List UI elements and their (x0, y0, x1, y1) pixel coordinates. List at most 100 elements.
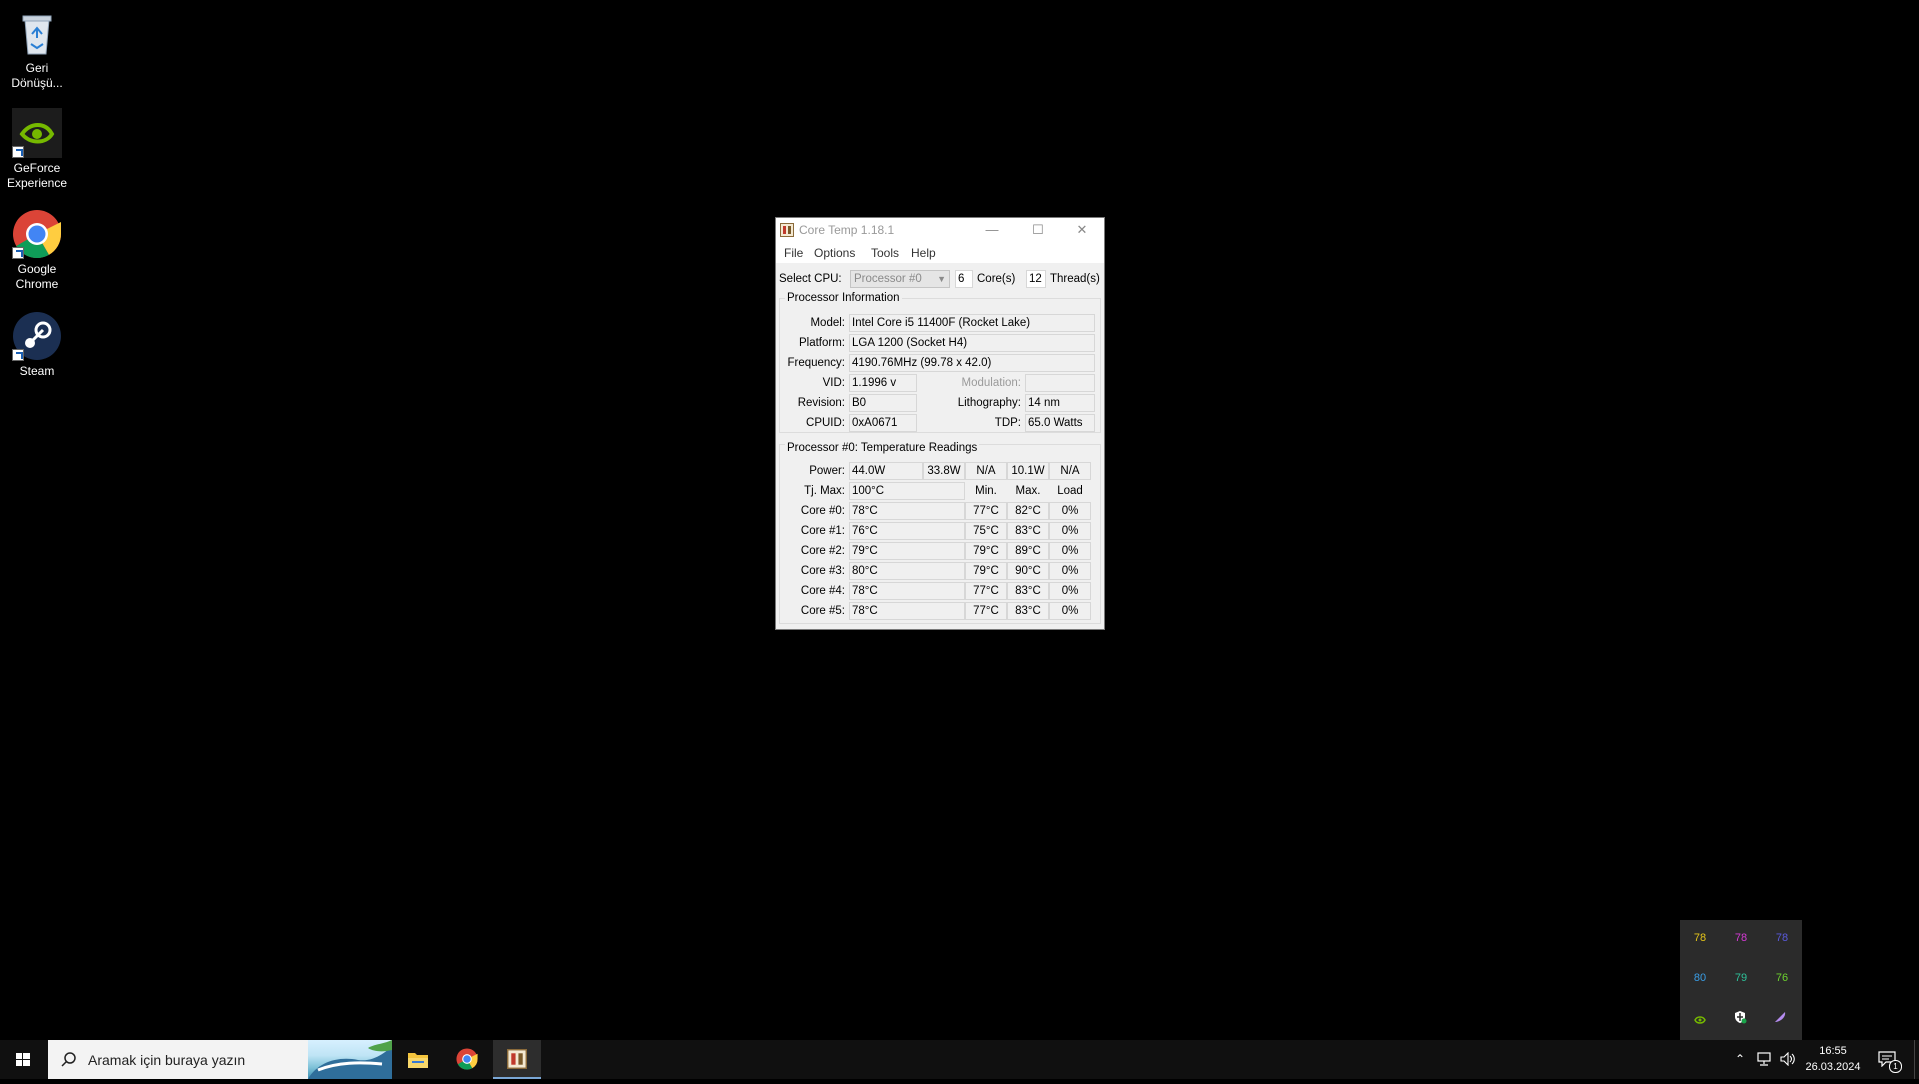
column-load-header: Load (1057, 485, 1083, 497)
core-load: 0% (1049, 582, 1091, 600)
core-temp: 78°C (849, 602, 965, 620)
taskbar-file-explorer[interactable] (394, 1040, 442, 1079)
power-package: 44.0W (849, 462, 923, 480)
power-uncore: N/A (965, 462, 1007, 480)
cores-label: Core(s) (977, 273, 1016, 285)
core-min: 77°C (965, 602, 1007, 620)
core-max: 83°C (1007, 602, 1049, 620)
taskbar-core-temp[interactable] (493, 1040, 541, 1079)
maximize-button[interactable]: ☐ (1015, 218, 1061, 242)
revision-label: Revision: (797, 397, 845, 409)
taskbar-clock[interactable]: 16:55 26.03.2024 (1800, 1044, 1866, 1076)
tdp-value: 65.0 Watts (1025, 414, 1095, 432)
tjmax-label: Tj. Max: (804, 485, 845, 497)
recycle-bin-icon (12, 8, 62, 58)
core-min: 79°C (965, 542, 1007, 560)
column-max-header: Max. (1015, 485, 1041, 497)
nvidia-icon[interactable] (1694, 1012, 1706, 1024)
shortcut-arrow-icon (12, 247, 24, 259)
core-max: 83°C (1007, 522, 1049, 540)
model-label: Model: (810, 317, 845, 329)
clock-date: 26.03.2024 (1805, 1061, 1861, 1073)
modulation-label: Modulation: (961, 377, 1021, 389)
desktop-icon-recycle-bin[interactable]: Geri Dönüşü... (4, 8, 70, 91)
cpuid-label: CPUID: (806, 417, 845, 429)
nvidia-icon (12, 108, 62, 158)
start-button[interactable] (0, 1040, 46, 1079)
frequency-value: 4190.76MHz (99.78 x 42.0) (849, 354, 1095, 372)
desktop-icon-label: Dönüşü... (11, 76, 63, 90)
vid-value: 1.1996 v (849, 374, 917, 392)
window-titlebar[interactable]: Core Temp 1.18.1 — ☐ ✕ (776, 218, 1104, 242)
action-center-button[interactable]: 1 (1876, 1048, 1902, 1073)
defender-icon[interactable] (1733, 1010, 1747, 1024)
menu-options[interactable]: Options (814, 246, 855, 260)
tray-temp-core0[interactable]: 78 (1680, 932, 1720, 944)
tray-temp-core1[interactable]: 78 (1721, 932, 1761, 944)
platform-value: LGA 1200 (Socket H4) (849, 334, 1095, 352)
clock-time: 16:55 (1819, 1045, 1847, 1057)
column-min-header: Min. (975, 485, 997, 497)
core-temp: 76°C (849, 522, 965, 540)
core-load: 0% (1049, 542, 1091, 560)
desktop-icon-google-chrome[interactable]: Google Chrome (4, 209, 70, 292)
processor-information-title: Processor Information (785, 292, 902, 304)
volume-icon[interactable] (1780, 1051, 1796, 1067)
modulation-value (1025, 374, 1095, 392)
core-temp: 78°C (849, 582, 965, 600)
desktop-icon-geforce-experience[interactable]: GeForce Experience (4, 108, 70, 191)
tray-show-hidden-icons[interactable]: ⌃ (1733, 1052, 1747, 1066)
tray-temp-core4[interactable]: 79 (1721, 972, 1761, 984)
tray-temp-core5[interactable]: 76 (1762, 972, 1802, 984)
tray-temp-core2[interactable]: 78 (1762, 932, 1802, 944)
core-row: Core #1: 76°C 75°C 83°C 0% (776, 522, 1106, 542)
core-label: Core #3: (800, 565, 845, 577)
processor-select-value: Processor #0 (854, 273, 922, 285)
taskbar-chrome[interactable] (443, 1040, 491, 1079)
chevron-down-icon: ▼ (937, 274, 946, 284)
desktop-icon-label: Steam (19, 364, 55, 378)
shortcut-arrow-icon (12, 349, 24, 361)
temperature-readings-title: Processor #0: Temperature Readings (785, 442, 980, 454)
close-button[interactable]: ✕ (1059, 218, 1105, 242)
tray-temp-core3[interactable]: 80 (1680, 972, 1720, 984)
vid-label: VID: (822, 377, 845, 389)
core-min: 75°C (965, 522, 1007, 540)
core-load: 0% (1049, 522, 1091, 540)
menu-file[interactable]: File (784, 246, 803, 260)
menu-help[interactable]: Help (911, 246, 936, 260)
taskbar-search-box[interactable]: Aramak için buraya yazın (48, 1040, 392, 1079)
core-row: Core #0: 78°C 77°C 82°C 0% (776, 502, 1106, 522)
core-temp: 80°C (849, 562, 965, 580)
window-title: Core Temp 1.18.1 (799, 223, 895, 237)
desktop-icon-label: Geri (25, 61, 49, 75)
cores-count: 6 (955, 270, 973, 288)
desktop-icon-label: Experience (6, 176, 68, 190)
chrome-icon (456, 1048, 478, 1070)
processor-select[interactable]: Processor #0 ▼ (850, 270, 950, 288)
core-max: 82°C (1007, 502, 1049, 520)
menu-tools[interactable]: Tools (871, 246, 899, 260)
core-temp-app-icon (507, 1049, 527, 1069)
desktop-icon-label: Google (17, 262, 57, 276)
core-load: 0% (1049, 502, 1091, 520)
core-row: Core #3: 80°C 79°C 90°C 0% (776, 562, 1106, 582)
show-desktop-button[interactable] (1914, 1040, 1919, 1079)
feather-icon[interactable] (1773, 1010, 1787, 1024)
platform-label: Platform: (798, 337, 845, 349)
lithography-value: 14 nm (1025, 394, 1095, 412)
search-icon (61, 1052, 76, 1067)
network-icon[interactable] (1756, 1052, 1772, 1066)
core-label: Core #4: (800, 585, 845, 597)
minimize-button[interactable]: — (969, 218, 1015, 242)
core-label: Core #5: (800, 605, 845, 617)
core-row: Core #2: 79°C 79°C 89°C 0% (776, 542, 1106, 562)
tray-overflow-popup: 78 78 78 80 79 76 (1680, 920, 1802, 1040)
search-placeholder: Aramak için buraya yazın (88, 1052, 246, 1068)
notification-count-badge: 1 (1889, 1060, 1902, 1073)
cpuid-value: 0xA0671 (849, 414, 917, 432)
core-label: Core #2: (800, 545, 845, 557)
core-min: 77°C (965, 582, 1007, 600)
desktop-icon-steam[interactable]: Steam (4, 311, 70, 379)
tjmax-value: 100°C (849, 482, 965, 500)
